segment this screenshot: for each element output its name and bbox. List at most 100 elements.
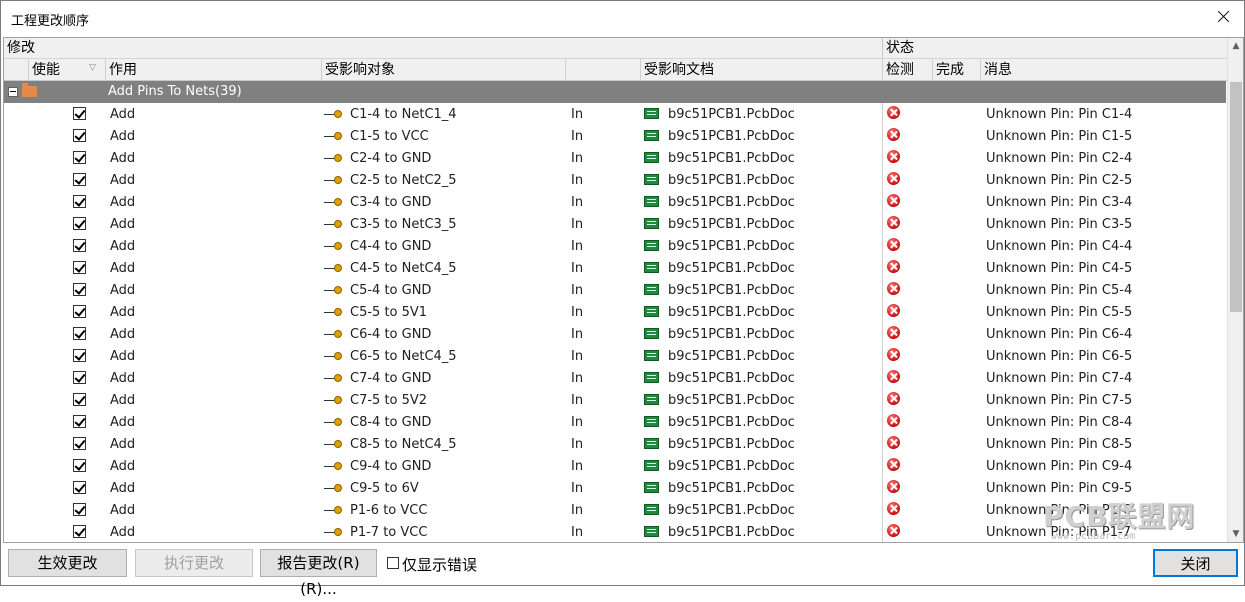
group-header-modify: 修改: [4, 38, 882, 59]
pcb-document-icon: [644, 262, 659, 273]
enable-checkbox[interactable]: [73, 349, 86, 362]
pcb-document-icon: [644, 416, 659, 427]
pin-icon: [324, 439, 342, 449]
error-icon: [887, 348, 900, 361]
pin-icon: [324, 197, 342, 207]
enable-checkbox[interactable]: [73, 503, 86, 516]
enable-checkbox[interactable]: [73, 129, 86, 142]
column-header-document[interactable]: 受影响文档: [640, 59, 882, 81]
execute-changes-button[interactable]: 执行更改: [135, 549, 253, 577]
direction-cell: In: [571, 393, 584, 408]
change-row[interactable]: Add C7-4 to GND In b9c51PCB1.PcbDoc Unknown …: [4, 367, 1226, 389]
enable-checkbox[interactable]: [73, 195, 86, 208]
change-row[interactable]: Add C9-4 to GND In b9c51PCB1.PcbDoc Unknown …: [4, 455, 1226, 477]
collapse-toggle-icon[interactable]: [8, 87, 18, 97]
column-header-direction[interactable]: [565, 59, 640, 81]
group-row-add-pins-to-nets[interactable]: Add Pins To Nets(39): [4, 81, 1226, 103]
enable-checkbox[interactable]: [73, 481, 86, 494]
enable-checkbox[interactable]: [73, 393, 86, 406]
action-cell: Add: [110, 371, 136, 386]
change-row[interactable]: Add C7-5 to 5V2 In b9c51PCB1.PcbDoc Unknown …: [4, 389, 1226, 411]
scroll-up-arrow-icon[interactable]: ▲: [1228, 38, 1243, 54]
error-icon: [887, 282, 900, 295]
only-show-errors-box[interactable]: [387, 557, 399, 569]
vertical-scrollbar[interactable]: ▲ ▼: [1227, 38, 1243, 542]
validate-changes-button[interactable]: 生效更改: [8, 549, 127, 577]
pcb-document-icon: [644, 196, 659, 207]
affected-object-cell: C7-5 to 5V2: [350, 393, 428, 408]
report-changes-button[interactable]: 报告更改(R) (R)...: [260, 549, 377, 598]
enable-checkbox[interactable]: [73, 173, 86, 186]
eco-dialog: 工程更改顺序 修改 状态 使能 ▽ 作用 受影响对象 受影响文档 检测 完成 消…: [0, 0, 1245, 598]
affected-object-cell: C5-5 to 5V1: [350, 305, 428, 320]
column-header-object[interactable]: 受影响对象: [321, 59, 565, 81]
change-row[interactable]: Add C6-5 to NetC4_5 In b9c51PCB1.PcbDoc Unkn…: [4, 345, 1226, 367]
pin-icon: [324, 395, 342, 405]
direction-cell: In: [571, 459, 584, 474]
pcb-document-icon: [644, 130, 659, 141]
column-header-check[interactable]: 检测: [882, 59, 932, 81]
affected-object-cell: C9-5 to 6V: [350, 481, 419, 496]
change-row[interactable]: Add C4-5 to NetC4_5 In b9c51PCB1.PcbDoc Unkn…: [4, 257, 1226, 279]
action-cell: Add: [110, 261, 136, 276]
change-row[interactable]: Add C2-4 to GND In b9c51PCB1.PcbDoc Unknown …: [4, 147, 1226, 169]
scrollbar-thumb[interactable]: [1230, 82, 1242, 312]
message-cell: Unknown Pin: Pin C5-5: [986, 305, 1133, 320]
enable-checkbox[interactable]: [73, 459, 86, 472]
direction-cell: In: [571, 217, 584, 232]
enable-checkbox[interactable]: [73, 107, 86, 120]
enable-checkbox[interactable]: [73, 327, 86, 340]
change-row[interactable]: Add C8-5 to NetC4_5 In b9c51PCB1.PcbDoc Unkn…: [4, 433, 1226, 455]
pin-icon: [324, 505, 342, 515]
action-cell: Add: [110, 283, 136, 298]
change-row[interactable]: Add C3-5 to NetC3_5 In b9c51PCB1.PcbDoc Unkn…: [4, 213, 1226, 235]
column-header-message[interactable]: 消息: [980, 59, 1227, 81]
affected-document-cell: b9c51PCB1.PcbDoc: [668, 107, 795, 122]
direction-cell: In: [571, 261, 584, 276]
change-row[interactable]: Add C8-4 to GND In b9c51PCB1.PcbDoc Unknown …: [4, 411, 1226, 433]
pcb-document-icon: [644, 306, 659, 317]
pcb-document-icon: [644, 218, 659, 229]
enable-checkbox[interactable]: [73, 239, 86, 252]
enable-checkbox[interactable]: [73, 261, 86, 274]
direction-cell: In: [571, 525, 584, 540]
change-row[interactable]: Add C2-5 to NetC2_5 In b9c51PCB1.PcbDoc Unkn…: [4, 169, 1226, 191]
close-button[interactable]: 关闭: [1153, 549, 1238, 577]
action-cell: Add: [110, 503, 136, 518]
action-cell: Add: [110, 239, 136, 254]
affected-object-cell: C4-5 to NetC4_5: [350, 261, 457, 276]
change-row[interactable]: Add C5-4 to GND In b9c51PCB1.PcbDoc Unknown …: [4, 279, 1226, 301]
action-cell: Add: [110, 327, 136, 342]
enable-checkbox[interactable]: [73, 217, 86, 230]
affected-object-cell: P1-6 to VCC: [350, 503, 428, 518]
direction-cell: In: [571, 283, 584, 298]
direction-cell: In: [571, 173, 584, 188]
pin-icon: [324, 351, 342, 361]
enable-checkbox[interactable]: [73, 305, 86, 318]
change-row[interactable]: Add C4-4 to GND In b9c51PCB1.PcbDoc Unknown …: [4, 235, 1226, 257]
enable-checkbox[interactable]: [73, 415, 86, 428]
enable-checkbox[interactable]: [73, 525, 86, 538]
change-row[interactable]: Add C1-5 to VCC In b9c51PCB1.PcbDoc Unknown …: [4, 125, 1226, 147]
action-cell: Add: [110, 107, 136, 122]
affected-document-cell: b9c51PCB1.PcbDoc: [668, 283, 795, 298]
affected-object-cell: C8-5 to NetC4_5: [350, 437, 457, 452]
column-header-action[interactable]: 作用: [105, 59, 321, 81]
change-row[interactable]: Add C6-4 to GND In b9c51PCB1.PcbDoc Unknown …: [4, 323, 1226, 345]
pin-icon: [324, 527, 342, 537]
error-icon: [887, 194, 900, 207]
enable-checkbox[interactable]: [73, 371, 86, 384]
change-row[interactable]: Add C5-5 to 5V1 In b9c51PCB1.PcbDoc Unknown …: [4, 301, 1226, 323]
pin-icon: [324, 219, 342, 229]
column-header-done[interactable]: 完成: [932, 59, 980, 81]
change-row[interactable]: Add C3-4 to GND In b9c51PCB1.PcbDoc Unknown …: [4, 191, 1226, 213]
affected-object-cell: C7-4 to GND: [350, 371, 432, 386]
column-header-tree[interactable]: [4, 59, 28, 81]
enable-checkbox[interactable]: [73, 151, 86, 164]
close-icon[interactable]: [1214, 7, 1234, 27]
enable-checkbox[interactable]: [73, 437, 86, 450]
change-row[interactable]: Add C1-4 to NetC1_4 In b9c51PCB1.PcbDoc Unkn…: [4, 103, 1226, 125]
direction-cell: In: [571, 415, 584, 430]
enable-checkbox[interactable]: [73, 283, 86, 296]
scroll-down-arrow-icon[interactable]: ▼: [1228, 526, 1243, 542]
